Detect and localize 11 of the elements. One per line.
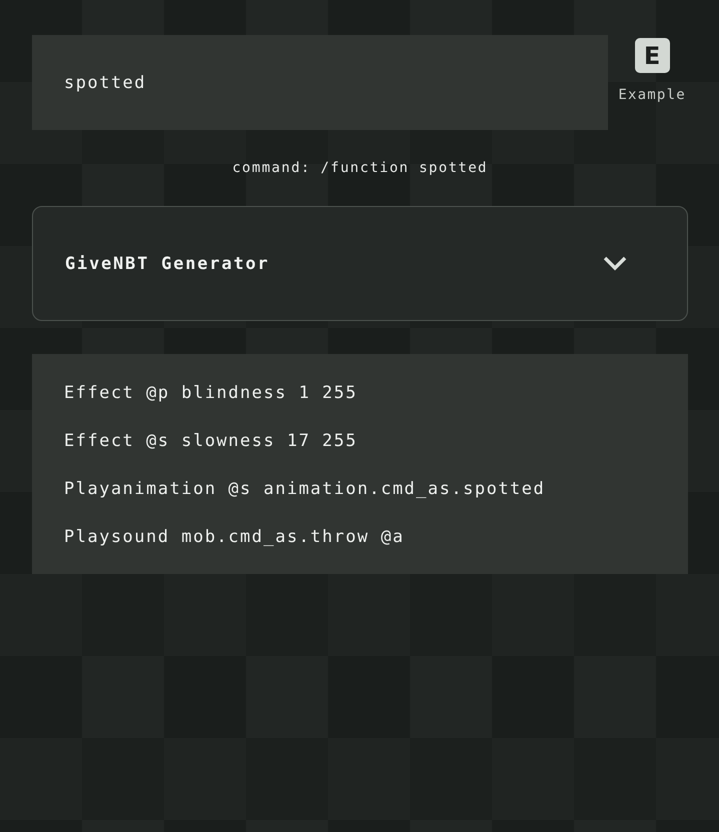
command-line: Playsound mob.cmd_as.throw @a [64,526,406,548]
function-field[interactable]: spotted [32,35,608,130]
command-line: Effect @p blindness 1 255 [64,382,358,404]
command-line: Effect @s slowness 17 255 [64,430,358,452]
dropdown-title: GiveNBT Generator [65,254,270,274]
example-button[interactable]: E Example [616,35,688,103]
command-line: Playanimation @s animation.cmd_as.spotted [64,478,546,500]
generator-dropdown[interactable]: GiveNBT Generator [32,206,688,321]
command-text: command: /function spotted [231,160,489,176]
key-icon: E [634,38,670,73]
example-label: Example [618,87,686,103]
